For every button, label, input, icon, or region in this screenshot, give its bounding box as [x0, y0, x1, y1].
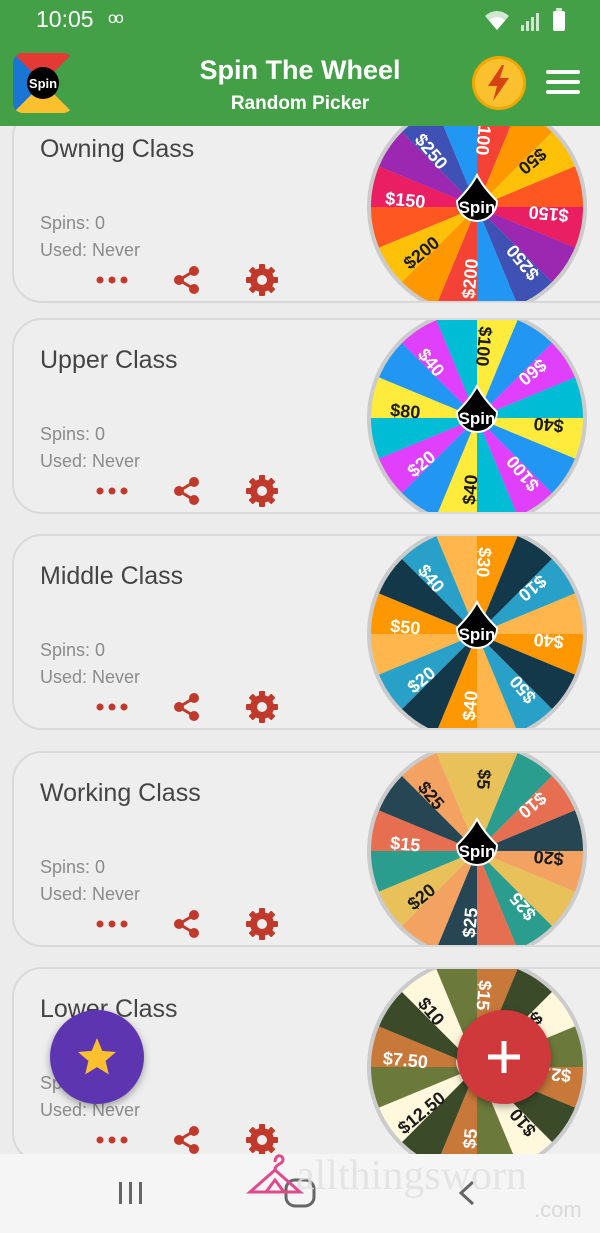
- wheel-label: $5: [473, 768, 495, 790]
- share-button[interactable]: [169, 692, 205, 722]
- share-icon: [174, 266, 199, 294]
- wheel-label: $200: [458, 258, 482, 300]
- watermark-suffix: .com: [534, 1197, 582, 1222]
- spin-button-label: Spin: [459, 625, 496, 644]
- wheel-list: Owning Class Spins: 0 Used: Never $200 $1…: [0, 126, 600, 1154]
- wheel-name: Owning Class: [40, 135, 195, 163]
- settings-button[interactable]: [244, 908, 280, 940]
- wheel-label: $80: [389, 400, 421, 423]
- wheel-name: Middle Class: [40, 562, 184, 590]
- settings-button[interactable]: [244, 264, 280, 296]
- voicemail-icon: oo: [108, 10, 124, 27]
- wheel-card[interactable]: Middle Class Spins: 0 Used: Never $20 $50…: [12, 534, 600, 730]
- status-bar: 10:05 oo: [0, 0, 600, 40]
- more-dots-icon: [96, 920, 128, 928]
- settings-button[interactable]: [244, 475, 280, 507]
- more-options-button[interactable]: [94, 1125, 130, 1154]
- share-icon: [174, 1126, 199, 1154]
- wheel-label: $150: [528, 202, 570, 226]
- more-options-button[interactable]: [94, 265, 130, 295]
- share-button[interactable]: [169, 265, 205, 295]
- favorites-button[interactable]: [50, 1010, 144, 1104]
- more-dots-icon: [96, 487, 128, 495]
- used-status: Used: Never: [40, 240, 141, 260]
- more-options-button[interactable]: [94, 909, 130, 939]
- watermark-text: allthingsworn: [296, 1153, 527, 1199]
- share-button[interactable]: [169, 476, 205, 506]
- share-icon: [174, 693, 199, 721]
- more-options-button[interactable]: [94, 476, 130, 506]
- spin-button-label: Spin: [459, 409, 496, 428]
- used-status: Used: Never: [40, 667, 141, 687]
- wheel-name: Upper Class: [40, 346, 178, 374]
- lightning-icon: [488, 65, 509, 101]
- more-options-button[interactable]: [94, 692, 130, 722]
- spins-count: Spins: 0: [40, 213, 106, 233]
- spins-count: Spins: 0: [40, 640, 106, 660]
- recent-apps-icon[interactable]: [116, 1180, 146, 1206]
- app-bar: Spin Spin The Wheel Random Picker: [0, 40, 600, 126]
- add-wheel-button[interactable]: [457, 1010, 551, 1104]
- wheel-label: $15: [389, 833, 421, 856]
- battery-icon: [553, 8, 565, 31]
- wheel-card[interactable]: Owning Class Spins: 0 Used: Never $200 $1…: [12, 126, 600, 303]
- wheel-label: $20: [533, 846, 565, 869]
- used-status: Used: Never: [40, 884, 141, 904]
- share-button[interactable]: [169, 909, 205, 939]
- wheel-label: $40: [533, 413, 565, 436]
- wheel-card[interactable]: Upper Class Spins: 0 Used: Never $20 $80 $…: [12, 318, 600, 514]
- wheel-label: $50: [389, 616, 421, 639]
- share-button[interactable]: [169, 1125, 205, 1154]
- status-time: 10:05: [36, 6, 94, 32]
- signal-icon: [521, 13, 539, 31]
- more-dots-icon: [96, 1136, 128, 1144]
- plus-icon: [488, 1041, 520, 1073]
- wheel-label: $100: [472, 325, 496, 367]
- wheel-preview[interactable]: $20$50$40 $30$10$40$50$40Spin: [366, 534, 588, 730]
- more-dots-icon: [96, 276, 128, 284]
- star-icon: [78, 1038, 116, 1075]
- wheel-label: $150: [384, 188, 426, 212]
- wheel-name: Working Class: [40, 779, 201, 807]
- wheel-preview[interactable]: $20$80$40 $100$60$40$100$40Spin: [366, 318, 588, 514]
- spins-count: Spins: 0: [40, 424, 106, 444]
- share-icon: [174, 477, 199, 505]
- wheel-card[interactable]: Working Class Spins: 0 Used: Never $20 $1…: [12, 751, 600, 947]
- wifi-icon: [485, 11, 509, 30]
- more-dots-icon: [96, 703, 128, 711]
- used-status: Used: Never: [40, 451, 141, 471]
- lightning-button[interactable]: [472, 56, 526, 110]
- wheel-preview[interactable]: $20$15$25 $5$10$20$25$25Spin: [366, 751, 588, 947]
- wheel-label: $15: [472, 979, 495, 1011]
- hamburger-menu-icon[interactable]: [546, 70, 580, 98]
- spin-button-label: Spin: [459, 198, 496, 217]
- gear-icon: [246, 908, 278, 940]
- share-icon: [174, 910, 199, 938]
- gear-icon: [246, 264, 278, 296]
- spins-count: Spins: 0: [40, 857, 106, 877]
- wheel-label: $7.50: [382, 1048, 429, 1072]
- wheel-preview[interactable]: $200$150$250 $100$50$150$250$200Spin: [366, 126, 588, 303]
- wheel-label: $25: [459, 907, 482, 939]
- settings-button[interactable]: [244, 691, 280, 723]
- wheel-label: $40: [459, 690, 482, 722]
- spin-button-label: Spin: [459, 842, 496, 861]
- wheel-label: $40: [533, 629, 565, 652]
- gear-icon: [246, 691, 278, 723]
- wheel-label: $100: [472, 126, 496, 156]
- wheel-label: $40: [459, 474, 482, 506]
- gear-icon: [246, 475, 278, 507]
- wheel-label: $5: [459, 1128, 481, 1150]
- wheel-label: $30: [472, 546, 495, 578]
